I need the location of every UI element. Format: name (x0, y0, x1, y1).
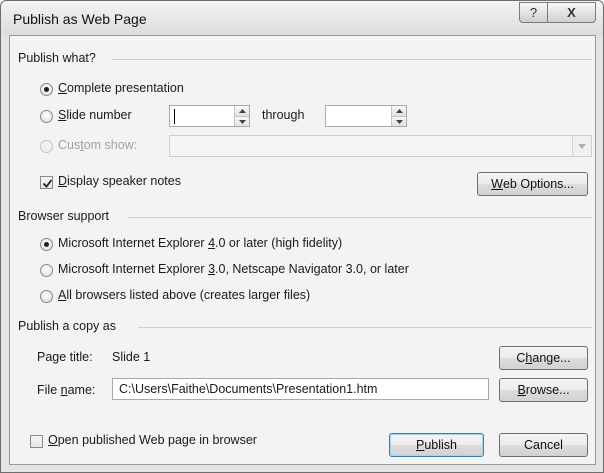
ie4-label[interactable]: Microsoft Internet Explorer 4.0 or later… (58, 236, 342, 250)
dialog-body: Publish what? Complete presentation Slid… (9, 35, 596, 465)
slide-from-field[interactable] (169, 105, 250, 127)
custom-show-radio[interactable] (40, 140, 53, 153)
divider (112, 59, 592, 60)
through-label: through (262, 108, 305, 122)
text-caret (174, 109, 175, 124)
file-name-value: C:\Users\Faithe\Documents\Presentation1.… (119, 382, 378, 396)
page-title-value: Slide 1 (112, 350, 151, 364)
spin-down-icon[interactable] (392, 116, 406, 126)
close-button[interactable]: X (547, 2, 596, 23)
all-browsers-radio[interactable] (40, 290, 53, 303)
complete-presentation-radio[interactable] (40, 83, 53, 96)
page-title-label: Page title: (37, 350, 93, 364)
slide-to-field[interactable] (325, 105, 407, 127)
publish-web-page-dialog: Publish as Web Page ? X Publish what? Co… (0, 0, 604, 473)
file-name-label: File name: (37, 383, 96, 397)
open-in-browser-label[interactable]: Open published Web page in browser (48, 433, 257, 447)
help-button[interactable]: ? (519, 2, 548, 23)
close-icon: X (567, 5, 576, 20)
change-button[interactable]: Ch ange... (499, 346, 588, 370)
chevron-down-icon[interactable] (572, 136, 591, 156)
cancel-button[interactable]: Cancel (499, 433, 588, 457)
title-bar[interactable]: Publish as Web Page ? X (1, 1, 603, 35)
browse-button[interactable]: Browse... (499, 378, 588, 402)
open-in-browser-checkbox[interactable] (30, 435, 43, 448)
spin-up-icon[interactable] (392, 106, 406, 116)
publish-what-heading: Publish what? (18, 51, 96, 65)
spin-up-icon[interactable] (235, 106, 249, 116)
slide-number-label[interactable]: Slide number (58, 108, 132, 122)
publish-button[interactable]: Publish (389, 433, 484, 457)
divider (138, 327, 592, 328)
checkmark-icon (42, 179, 53, 188)
ie4-radio[interactable] (40, 238, 53, 251)
custom-show-label: Custom show: (58, 138, 138, 152)
all-browsers-label[interactable]: All browsers listed above (creates large… (58, 288, 310, 302)
spin-down-icon[interactable] (235, 116, 249, 126)
dialog-title: Publish as Web Page (13, 11, 147, 27)
ie3-radio[interactable] (40, 264, 53, 277)
custom-show-dropdown[interactable] (169, 135, 592, 157)
ie3-label[interactable]: Microsoft Internet Explorer 3.0, Netscap… (58, 262, 409, 276)
divider (128, 217, 592, 218)
slide-number-radio[interactable] (40, 110, 53, 123)
complete-presentation-label[interactable]: Complete presentation (58, 81, 184, 95)
file-name-field[interactable]: C:\Users\Faithe\Documents\Presentation1.… (112, 378, 489, 400)
web-options-button[interactable]: Web Options... (477, 172, 588, 196)
publish-copy-heading: Publish a copy as (18, 319, 116, 333)
help-icon: ? (529, 5, 538, 20)
speaker-notes-checkbox[interactable] (40, 176, 53, 189)
speaker-notes-label[interactable]: Display speaker notes (58, 174, 181, 188)
slide-to-spinner[interactable] (391, 106, 406, 126)
slide-from-spinner[interactable] (234, 106, 249, 126)
browser-support-heading: Browser support (18, 209, 110, 223)
